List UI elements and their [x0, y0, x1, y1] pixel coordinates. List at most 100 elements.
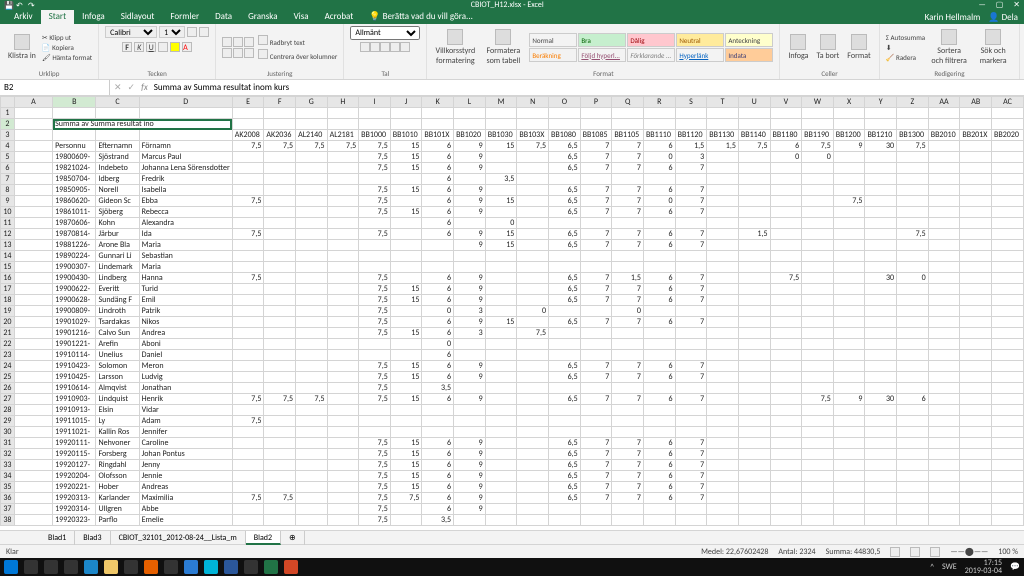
share-button[interactable]: 👤 Dela	[988, 12, 1018, 23]
zoom-level[interactable]: 100 %	[998, 547, 1018, 557]
dec-dec-icon[interactable]	[400, 42, 410, 52]
cell[interactable]	[14, 361, 52, 372]
cell[interactable]	[390, 240, 422, 251]
row-header[interactable]: 27	[1, 394, 15, 405]
cell[interactable]	[296, 460, 328, 471]
cell[interactable]	[643, 416, 675, 427]
cell[interactable]	[327, 240, 359, 251]
cell[interactable]	[327, 273, 359, 284]
paste-button[interactable]: Klistra in	[6, 32, 38, 63]
app-icon[interactable]	[184, 560, 198, 574]
cell[interactable]	[517, 471, 549, 482]
cell[interactable]	[517, 174, 549, 185]
cell[interactable]	[833, 218, 865, 229]
cell[interactable]	[707, 427, 739, 438]
underline-button[interactable]: U	[146, 42, 156, 52]
explorer-icon[interactable]	[104, 560, 118, 574]
cell[interactable]	[865, 284, 897, 295]
cell[interactable]	[296, 185, 328, 196]
cell[interactable]	[992, 449, 1024, 460]
cell[interactable]	[960, 416, 992, 427]
cell[interactable]	[327, 350, 359, 361]
cell[interactable]	[517, 229, 549, 240]
cell[interactable]	[232, 284, 264, 295]
cell[interactable]: 19900430-	[53, 273, 96, 284]
cell[interactable]: 6	[422, 372, 454, 383]
powerpoint-icon[interactable]	[284, 560, 298, 574]
cell[interactable]	[264, 284, 296, 295]
cell[interactable]	[833, 383, 865, 394]
col-header[interactable]: R	[643, 97, 675, 108]
cell[interactable]: 15	[390, 207, 422, 218]
cell[interactable]	[485, 306, 517, 317]
cell[interactable]: BB103X	[517, 130, 549, 141]
cell[interactable]	[14, 295, 52, 306]
cell[interactable]: 9	[454, 394, 486, 405]
cell[interactable]	[264, 339, 296, 350]
cell[interactable]	[738, 515, 770, 526]
cell[interactable]: 15	[390, 482, 422, 493]
sheet-tab[interactable]: Blad3	[75, 531, 110, 545]
cell[interactable]	[390, 504, 422, 515]
cell[interactable]	[897, 207, 929, 218]
cell[interactable]: 15	[390, 152, 422, 163]
tray-date[interactable]: 2019-03-04	[965, 567, 1002, 575]
cell[interactable]	[770, 174, 802, 185]
cell[interactable]	[960, 262, 992, 273]
cell[interactable]	[992, 229, 1024, 240]
cell[interactable]	[327, 383, 359, 394]
cell[interactable]	[14, 383, 52, 394]
cell[interactable]	[928, 449, 960, 460]
cell[interactable]	[517, 405, 549, 416]
cell[interactable]: 6	[422, 482, 454, 493]
cell[interactable]: 7	[580, 361, 612, 372]
cell[interactable]	[296, 504, 328, 515]
cell[interactable]	[454, 262, 486, 273]
cell[interactable]	[707, 196, 739, 207]
cell[interactable]: Vidar	[139, 405, 232, 416]
cell[interactable]: 7	[675, 284, 707, 295]
row-header[interactable]: 6	[1, 163, 15, 174]
cell[interactable]	[580, 416, 612, 427]
cell[interactable]	[960, 339, 992, 350]
cell[interactable]: 6	[422, 460, 454, 471]
cell[interactable]: 1,5	[707, 141, 739, 152]
cell[interactable]	[549, 416, 581, 427]
cell[interactable]	[928, 284, 960, 295]
cell[interactable]: 7,5	[897, 141, 929, 152]
cell[interactable]	[770, 119, 802, 130]
cell[interactable]	[53, 130, 96, 141]
cell[interactable]	[264, 229, 296, 240]
cell[interactable]	[802, 119, 834, 130]
cell[interactable]	[454, 383, 486, 394]
cell[interactable]	[296, 471, 328, 482]
cell[interactable]	[264, 427, 296, 438]
cell[interactable]	[833, 240, 865, 251]
align-left-icon[interactable]	[222, 48, 232, 58]
cell[interactable]	[770, 262, 802, 273]
cell[interactable]	[517, 427, 549, 438]
cell[interactable]	[264, 405, 296, 416]
cell[interactable]	[327, 405, 359, 416]
cell[interactable]: Maximilia	[139, 493, 232, 504]
cell[interactable]	[738, 218, 770, 229]
cell[interactable]	[707, 207, 739, 218]
cell[interactable]	[865, 163, 897, 174]
row-header[interactable]: 9	[1, 196, 15, 207]
cell[interactable]: Arone Bla	[96, 240, 139, 251]
cell[interactable]	[707, 383, 739, 394]
cell[interactable]	[802, 207, 834, 218]
cell[interactable]	[232, 218, 264, 229]
cell[interactable]: 9	[454, 471, 486, 482]
cell[interactable]	[833, 504, 865, 515]
cell[interactable]	[865, 471, 897, 482]
cell[interactable]: BB201X	[960, 130, 992, 141]
cell[interactable]: 19920111-	[53, 438, 96, 449]
cell[interactable]	[296, 119, 328, 130]
cell[interactable]: 6,5	[549, 361, 581, 372]
style-hyper[interactable]: Hyperlänk	[676, 48, 724, 62]
cell[interactable]	[327, 317, 359, 328]
cell[interactable]	[327, 361, 359, 372]
maximize-icon[interactable]: ▢	[996, 0, 1004, 10]
cell[interactable]	[960, 504, 992, 515]
